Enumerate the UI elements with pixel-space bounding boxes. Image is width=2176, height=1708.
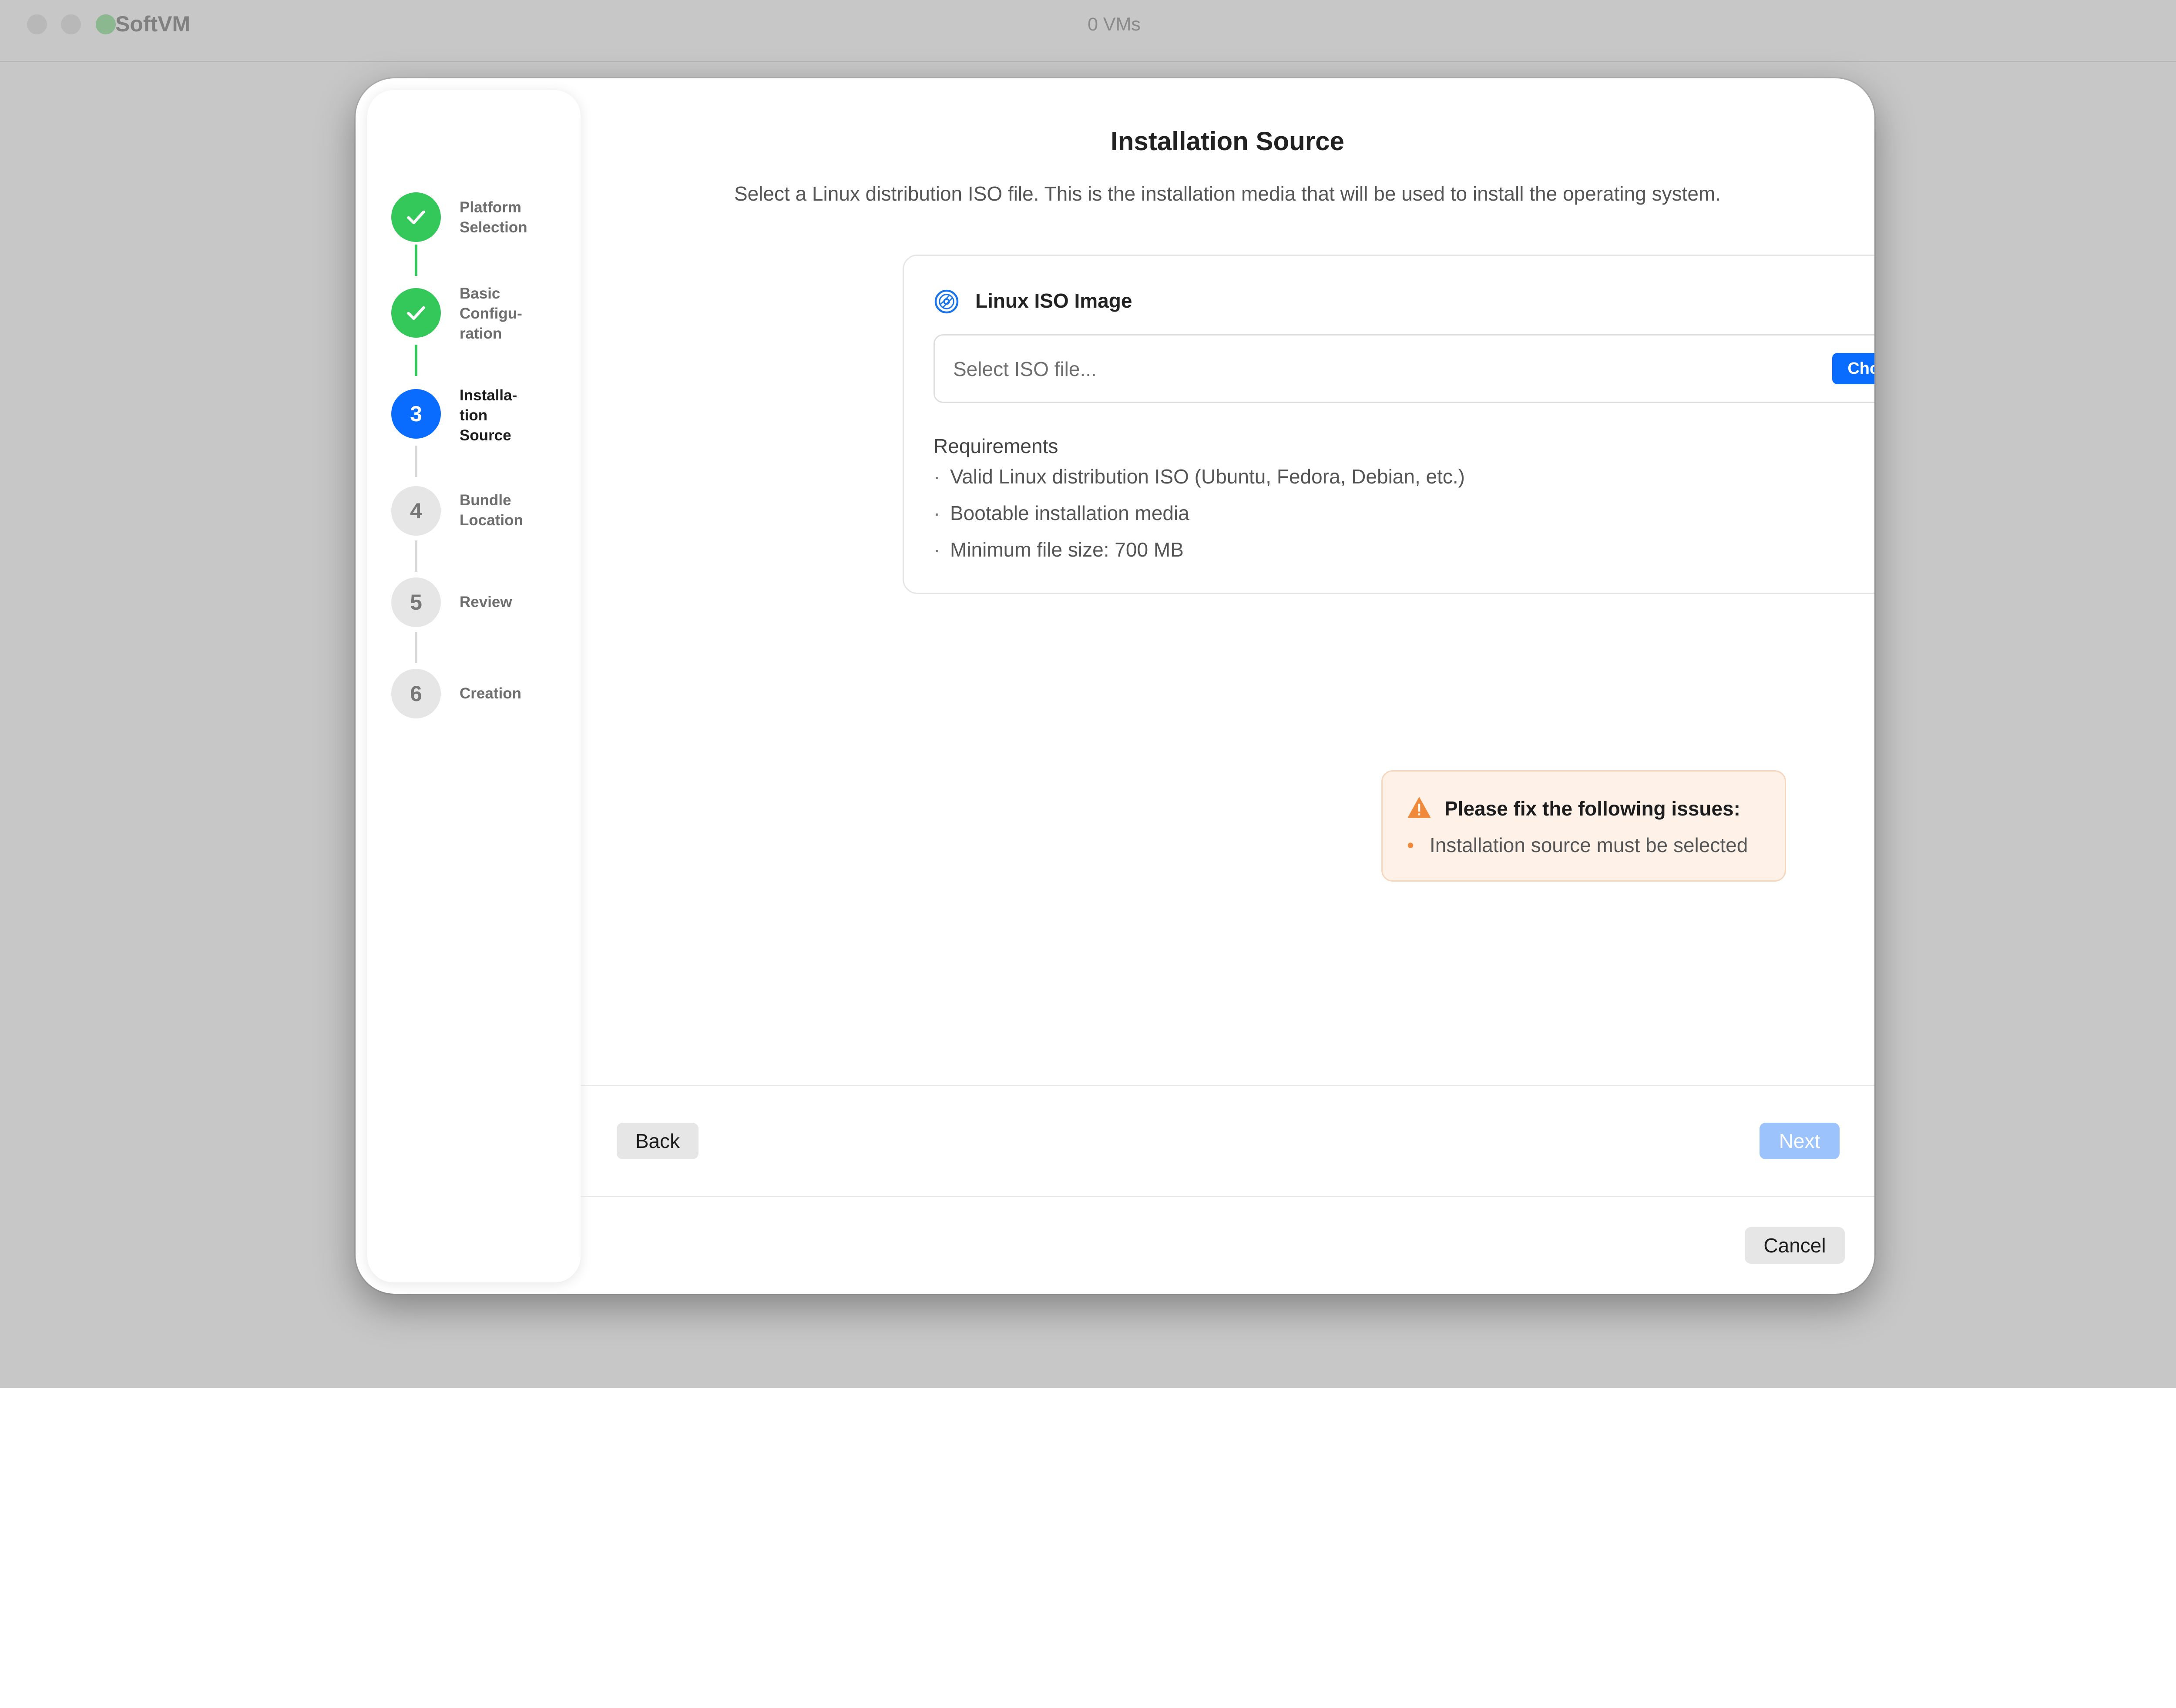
linux-iso-card: Linux ISO Image Select ISO file... Choos…: [903, 255, 1874, 594]
step-label-line: Source: [460, 427, 511, 444]
wizard-steps-sidebar: Platform Selection Basic Configu- ration…: [367, 90, 581, 1282]
step-label-line: Creation: [460, 685, 521, 702]
step-label-line: Installa-: [460, 387, 517, 404]
step-label-line: Basic: [460, 285, 500, 302]
warning-item: • Installation source must be selected: [1407, 833, 1748, 857]
app-title: SoftVM: [115, 12, 191, 36]
step-done-check-icon: [391, 288, 441, 338]
step-label-line: Bundle: [460, 492, 511, 509]
step-label-line: Selection: [460, 219, 527, 236]
step-number-badge: 3: [391, 389, 441, 439]
iso-file-placeholder: Select ISO file...: [953, 358, 1097, 380]
cancel-button[interactable]: Cancel: [1745, 1227, 1845, 1264]
requirement-text: Minimum file size: 700 MB: [950, 538, 1184, 561]
back-button[interactable]: Back: [617, 1123, 698, 1159]
step-label-line: ration: [460, 325, 502, 342]
validation-warning: Please fix the following issues: • Instal…: [1381, 770, 1786, 882]
step-number-badge: 5: [391, 577, 441, 627]
step-label-line: Platform: [460, 199, 521, 216]
footer-divider: [581, 1196, 1874, 1197]
requirement-text: Valid Linux distribution ISO (Ubuntu, Fe…: [950, 465, 1465, 488]
step-number-badge: 4: [391, 486, 441, 536]
step-label-line: Configu-: [460, 305, 522, 322]
step-done-check-icon: [391, 192, 441, 242]
step-label-line: Review: [460, 594, 512, 611]
bullet-icon: ·: [934, 465, 940, 488]
step-connector: [415, 540, 417, 572]
bullet-icon: ·: [934, 538, 940, 561]
bullet-icon: ·: [934, 502, 940, 524]
requirement-item: · Bootable installation media: [934, 501, 1189, 525]
step-connector: [415, 632, 417, 663]
step-label-line: tion: [460, 407, 488, 424]
page-subtitle: Select a Linux distribution ISO file. Th…: [734, 182, 1721, 205]
bullet-icon: •: [1407, 834, 1414, 856]
requirements-title: Requirements: [934, 435, 1058, 457]
close-window-button[interactable]: [27, 14, 47, 34]
step-connector: [415, 446, 417, 477]
step-connector: [415, 245, 417, 276]
requirement-item: · Valid Linux distribution ISO (Ubuntu, F…: [934, 465, 1465, 488]
disc-icon: [934, 289, 959, 314]
step-label-line: Location: [460, 512, 523, 529]
wizard-content: Installation Source Select a Linux distr…: [581, 78, 1874, 1085]
page-title: Installation Source: [1111, 127, 1344, 156]
warning-triangle-icon: [1407, 797, 1431, 818]
window-titlebar: SoftVM 0 VMs: [0, 0, 2176, 62]
step-connector: [415, 345, 417, 376]
requirement-text: Bootable installation media: [950, 502, 1189, 524]
choose-file-button[interactable]: Choose File: [1832, 353, 1874, 384]
vm-count: 0 VMs: [1088, 14, 1141, 35]
footer-divider: [581, 1085, 1874, 1086]
warning-text: Installation source must be selected: [1430, 834, 1748, 856]
warning-title: Please fix the following issues:: [1444, 797, 1740, 820]
requirement-item: · Minimum file size: 700 MB: [934, 538, 1184, 561]
minimize-window-button[interactable]: [61, 14, 81, 34]
new-vm-wizard-dialog: Platform Selection Basic Configu- ration…: [356, 78, 1874, 1294]
next-button[interactable]: Next: [1760, 1123, 1840, 1159]
iso-file-field[interactable]: Select ISO file... Choose File: [934, 334, 1874, 403]
step-number-badge: 6: [391, 669, 441, 718]
card-title: Linux ISO Image: [975, 289, 1132, 312]
zoom-window-button[interactable]: [96, 14, 116, 34]
